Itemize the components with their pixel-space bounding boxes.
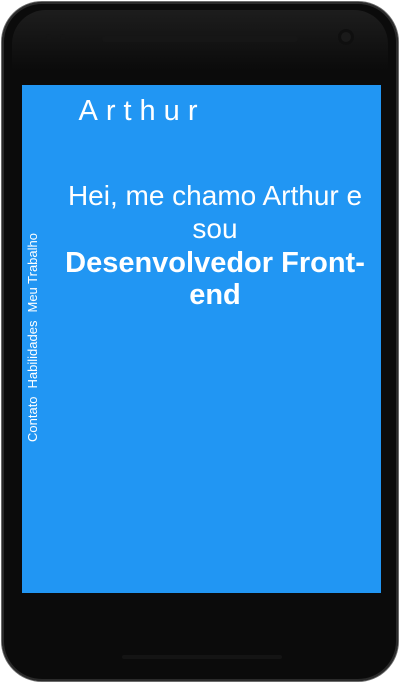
proximity-sensor-icon: [46, 34, 52, 40]
earpiece-speaker: [102, 36, 298, 42]
hero-greeting: Hei, me chamo Arthur e sou: [67, 180, 363, 244]
hero-role-title: Desenvolvedor Front-end: [65, 247, 365, 311]
side-navigation: Contato Habilidades Meu Trabalho: [24, 182, 42, 442]
nav-link-contato[interactable]: Contato: [24, 396, 42, 442]
light-sensor-icon: [60, 34, 66, 40]
app-screen: Arthur Contato Habilidades Meu Trabalho …: [22, 85, 381, 593]
nav-link-meu-trabalho[interactable]: Meu Trabalho: [24, 233, 42, 313]
front-camera-icon: [338, 29, 354, 45]
nav-link-habilidades[interactable]: Habilidades: [24, 321, 42, 389]
bottom-bezel-strip: [122, 655, 282, 659]
brand-logo-text[interactable]: Arthur: [22, 95, 262, 128]
hero-intro: Hei, me chamo Arthur e sou Desenvolvedor…: [62, 179, 368, 311]
